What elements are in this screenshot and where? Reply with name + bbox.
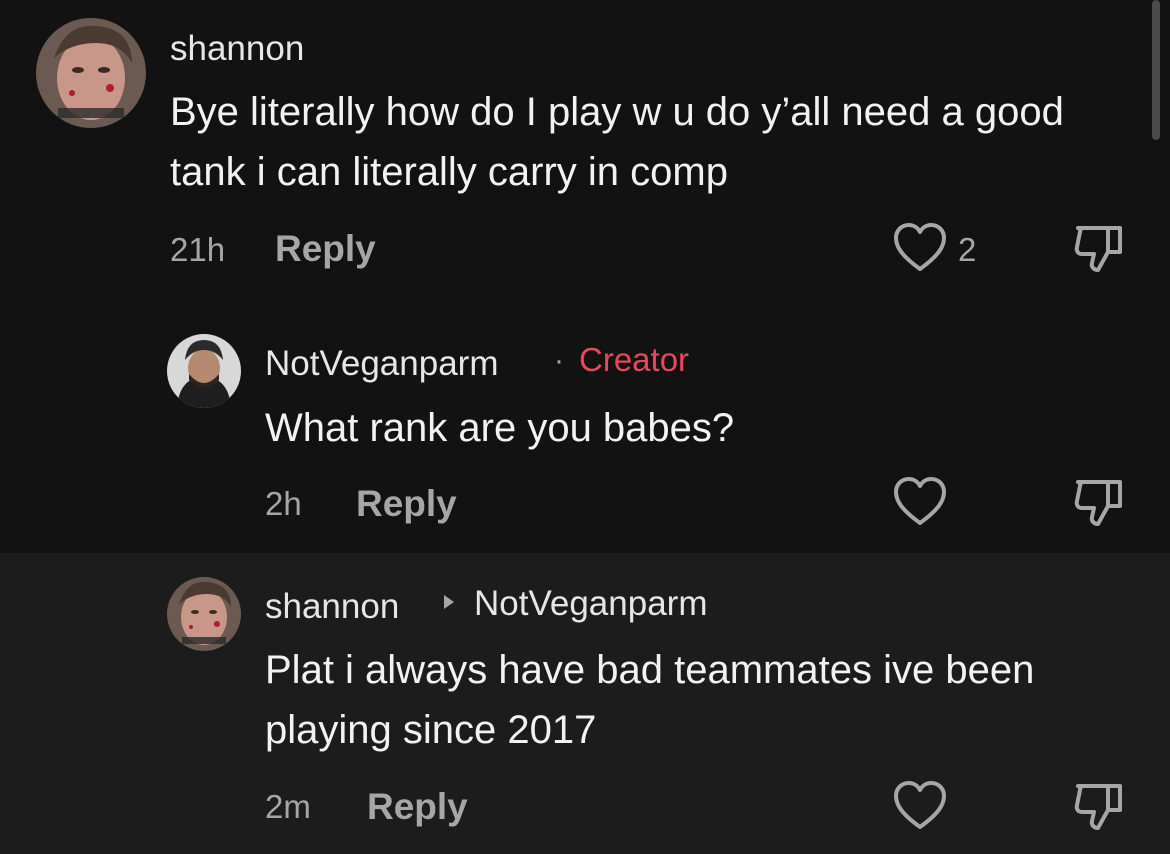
- comment-timestamp: 2m: [265, 788, 311, 825]
- comments-screen: shannon Bye literally how do I play w u …: [0, 0, 1170, 854]
- comment-text: Bye literally how do I play w u do y’all…: [170, 90, 1064, 194]
- comment-username[interactable]: NotVeganparm: [265, 346, 498, 381]
- thumbs-down-icon[interactable]: [1072, 782, 1126, 837]
- heart-icon[interactable]: [892, 476, 948, 533]
- heart-icon[interactable]: [892, 222, 948, 279]
- comment-text: Plat i always have bad teammates ive bee…: [265, 648, 1035, 752]
- avatar-notveganparm[interactable]: [167, 334, 241, 408]
- badge-separator: ·: [554, 344, 564, 377]
- comment-timestamp: 2h: [265, 485, 302, 522]
- reply-button[interactable]: Reply: [356, 485, 457, 522]
- reply-button[interactable]: Reply: [275, 230, 376, 267]
- creator-badge: Creator: [579, 341, 690, 378]
- like-count: 2: [958, 231, 977, 268]
- avatar-shannon[interactable]: [36, 18, 146, 128]
- comment-username[interactable]: shannon: [170, 31, 304, 66]
- reply-arrow-icon: [441, 592, 457, 617]
- thumbs-down-icon[interactable]: [1072, 224, 1126, 279]
- scrollbar[interactable]: [1152, 0, 1160, 140]
- comment-username[interactable]: shannon: [265, 589, 399, 624]
- comment-text: What rank are you babes?: [265, 406, 735, 450]
- reply-button[interactable]: Reply: [367, 788, 468, 825]
- avatar-shannon[interactable]: [167, 577, 241, 651]
- comment-timestamp: 21h: [170, 231, 226, 268]
- thumbs-down-icon[interactable]: [1072, 478, 1126, 533]
- heart-icon[interactable]: [892, 780, 948, 837]
- reply-to-username[interactable]: NotVeganparm: [474, 586, 707, 621]
